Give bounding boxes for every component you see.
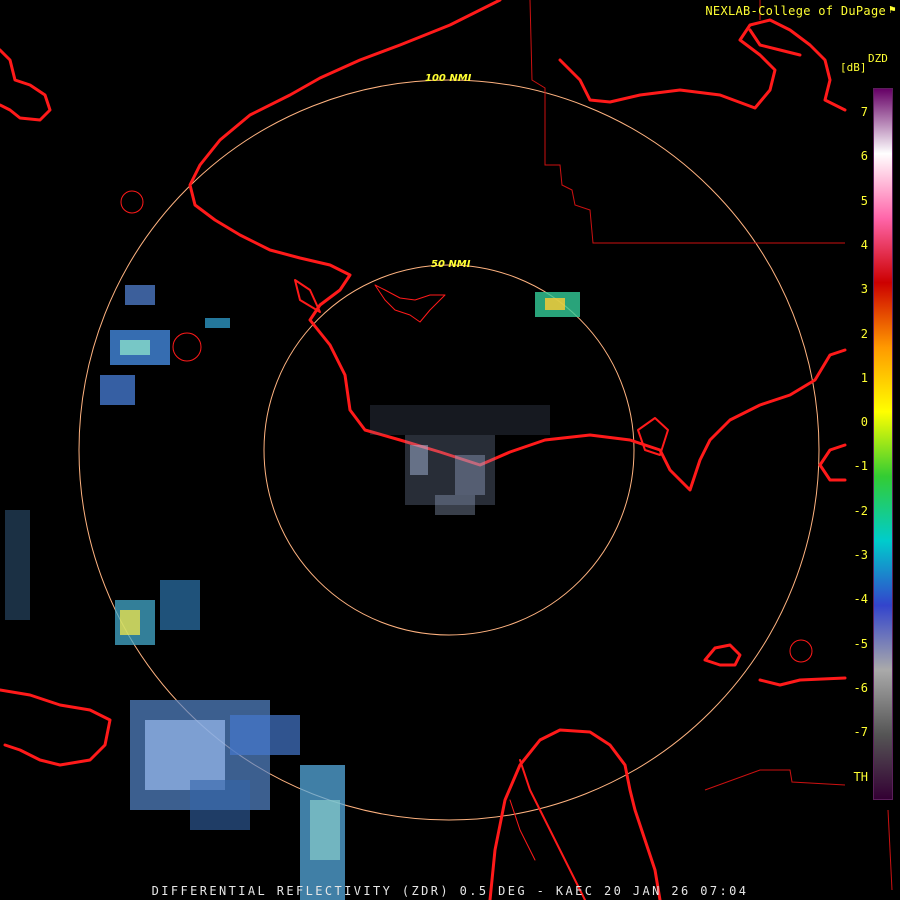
range-ring-label-50: 50 NMI — [431, 259, 471, 270]
legend-tick: 6 — [860, 149, 868, 164]
legend-tick: -7 — [853, 725, 868, 740]
legend-unit: [dB] — [840, 61, 867, 74]
legend-tick: 5 — [860, 193, 868, 208]
legend-tick: -1 — [853, 459, 868, 474]
legend-tick: -4 — [853, 592, 868, 607]
legend-tick: 7 — [860, 105, 868, 119]
radar-map — [0, 0, 900, 900]
legend-tick: TH — [853, 769, 868, 784]
product-caption: DIFFERENTIAL REFLECTIVITY (ZDR) 0.5 DEG … — [151, 884, 749, 898]
legend-tick: 3 — [860, 282, 868, 297]
legend-tick: 2 — [860, 326, 868, 341]
range-ring-label-100: 100 NMI — [425, 73, 472, 84]
legend-tick: 1 — [860, 370, 868, 385]
legend-tick: -2 — [853, 503, 868, 518]
credit-label: NEXLAB-College of DuPage — [705, 4, 886, 18]
legend-product: DZD — [868, 52, 888, 65]
legend-tick: -5 — [853, 636, 868, 651]
legend-tick: -3 — [853, 548, 868, 562]
legend-color-bar — [873, 88, 893, 800]
legend-tick: 4 — [860, 237, 868, 252]
credit-flag-icon: ⚑ — [889, 3, 896, 16]
legend-tick: -6 — [853, 680, 868, 695]
legend-tick: 0 — [860, 415, 868, 430]
